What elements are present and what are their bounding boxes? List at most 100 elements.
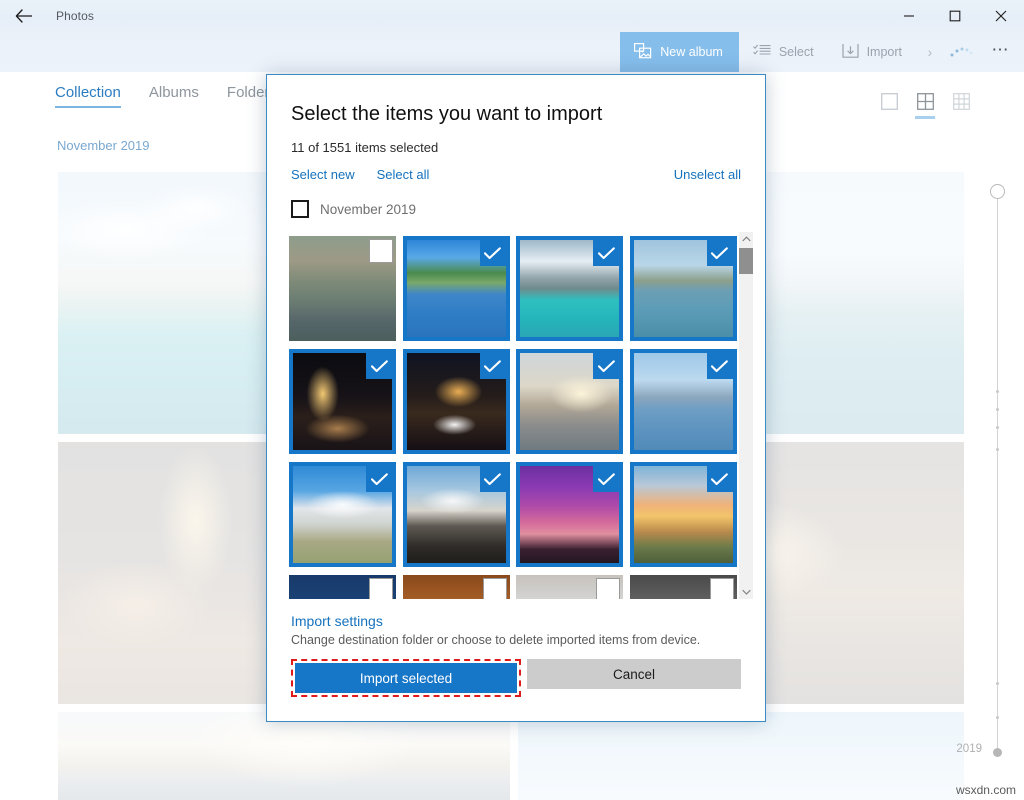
- timeline-tick: [996, 448, 999, 451]
- checkbox-checked-icon[interactable]: [480, 466, 506, 492]
- chevron-right-icon[interactable]: ›: [916, 32, 944, 72]
- select-button[interactable]: Select: [739, 32, 828, 72]
- checkbox-checked-icon[interactable]: [366, 466, 392, 492]
- select-all-link[interactable]: Select all: [377, 167, 430, 182]
- thumb-town-canal[interactable]: [289, 236, 396, 341]
- checkbox-checked-icon[interactable]: [593, 466, 619, 492]
- thumbnail-cell[interactable]: [403, 458, 517, 571]
- group-header-row[interactable]: November 2019: [291, 200, 765, 218]
- thumbnail-cell[interactable]: [289, 345, 403, 458]
- import-button[interactable]: Import: [828, 32, 916, 72]
- checkbox-checked-icon[interactable]: [707, 466, 733, 492]
- close-button[interactable]: [978, 0, 1024, 32]
- dialog-scrollbar[interactable]: [739, 232, 753, 599]
- thumb-turquoise-bay[interactable]: [516, 236, 623, 341]
- checkbox-unchecked-icon[interactable]: [369, 239, 393, 263]
- selection-actions: Select new Select all Unselect all: [291, 167, 741, 182]
- medium-grid-view-icon[interactable]: [914, 90, 936, 112]
- timeline-tick: [996, 716, 999, 719]
- unselect-all-link[interactable]: Unselect all: [674, 167, 741, 182]
- window-controls: [886, 0, 1024, 32]
- scroll-up-icon[interactable]: [739, 232, 753, 246]
- maximize-button[interactable]: [932, 0, 978, 32]
- thumbnail-cell[interactable]: [630, 571, 744, 599]
- thumbnail-cell[interactable]: [403, 345, 517, 458]
- thumbnail-grid: [289, 232, 755, 599]
- thumb-seine-sunset[interactable]: [516, 349, 623, 454]
- thumbnail-cell[interactable]: [403, 571, 517, 599]
- thumb-deep-sea[interactable]: [289, 575, 396, 599]
- back-button[interactable]: [0, 0, 46, 32]
- thumb-lake-village[interactable]: [403, 236, 510, 341]
- checkbox-unchecked-icon[interactable]: [710, 578, 734, 599]
- sync-progress-dots-icon: [944, 32, 978, 72]
- thumb-paris-hotel-night[interactable]: [289, 349, 396, 454]
- timeline-end-marker: [993, 748, 1002, 757]
- checkbox-checked-icon[interactable]: [480, 240, 506, 266]
- bg-photo-paris-river[interactable]: [58, 712, 510, 800]
- large-view-icon[interactable]: [878, 90, 900, 112]
- timeline-scrollbar[interactable]: 2019: [980, 176, 1016, 776]
- checkbox-unchecked-icon[interactable]: [369, 578, 393, 599]
- thumb-golden-gate-bridge[interactable]: [630, 236, 737, 341]
- back-arrow-icon: [15, 9, 32, 23]
- bg-photo-vegas-night[interactable]: [58, 442, 280, 704]
- scroll-down-icon[interactable]: [739, 585, 753, 599]
- tab-collection[interactable]: Collection: [55, 84, 121, 108]
- cancel-button[interactable]: Cancel: [527, 659, 741, 689]
- thumbnail-grid-container: [267, 232, 765, 599]
- timeline-tick: [996, 408, 999, 411]
- group-label: November 2019: [320, 202, 416, 217]
- select-icon: [753, 44, 771, 61]
- thumbnail-cell[interactable]: [516, 232, 630, 345]
- checkbox-unchecked-icon[interactable]: [483, 578, 507, 599]
- dialog-scrollbar-thumb[interactable]: [739, 248, 753, 274]
- bg-photo-sky[interactable]: [518, 712, 964, 800]
- thumb-eiffel-sunset[interactable]: [630, 462, 737, 567]
- import-settings-link[interactable]: Import settings: [291, 613, 741, 629]
- timeline-tick: [996, 390, 999, 393]
- checkbox-checked-icon[interactable]: [366, 353, 392, 379]
- checkbox-checked-icon[interactable]: [593, 353, 619, 379]
- thumb-cave[interactable]: [403, 575, 510, 599]
- thumbnail-cell[interactable]: [403, 232, 517, 345]
- thumbnail-cell[interactable]: [516, 345, 630, 458]
- checkbox-unchecked-icon[interactable]: [596, 578, 620, 599]
- tab-albums[interactable]: Albums: [149, 84, 199, 108]
- thumbnail-cell[interactable]: [289, 232, 403, 345]
- thumbnail-cell[interactable]: [630, 232, 744, 345]
- checkbox-checked-icon[interactable]: [593, 240, 619, 266]
- select-label: Select: [779, 45, 814, 59]
- thumb-black-white[interactable]: [630, 575, 737, 599]
- timeline-year-label: 2019: [956, 743, 982, 755]
- minimize-button[interactable]: [886, 0, 932, 32]
- thumbnail-cell[interactable]: [516, 571, 630, 599]
- import-icon: [842, 43, 859, 62]
- dialog-title: Select the items you want to import: [291, 103, 765, 126]
- thumbnail-cell[interactable]: [289, 571, 403, 599]
- thumbnail-cell[interactable]: [630, 458, 744, 571]
- thumb-castle-dusk[interactable]: [403, 462, 510, 567]
- thumbnail-cell[interactable]: [516, 458, 630, 571]
- new-album-label: New album: [660, 45, 723, 59]
- small-grid-view-icon[interactable]: [950, 90, 972, 112]
- checkbox-checked-icon[interactable]: [707, 353, 733, 379]
- thumb-eiffel-purple-sky[interactable]: [516, 462, 623, 567]
- bg-photo-coastline[interactable]: [58, 172, 280, 434]
- select-new-link[interactable]: Select new: [291, 167, 355, 182]
- thumb-building[interactable]: [516, 575, 623, 599]
- thumbnail-cell[interactable]: [289, 458, 403, 571]
- thumb-castle-daytime[interactable]: [289, 462, 396, 567]
- thumb-seine-daylight[interactable]: [630, 349, 737, 454]
- checkbox-checked-icon[interactable]: [707, 240, 733, 266]
- more-options-button[interactable]: ⋯: [978, 32, 1024, 72]
- app-title: Photos: [56, 9, 94, 23]
- group-checkbox[interactable]: [291, 200, 309, 218]
- timeline-thumb[interactable]: [990, 184, 1005, 199]
- checkbox-checked-icon[interactable]: [480, 353, 506, 379]
- thumbnail-cell[interactable]: [630, 345, 744, 458]
- import-selected-button[interactable]: Import selected: [295, 663, 517, 693]
- new-album-button[interactable]: New album: [620, 32, 739, 72]
- new-album-icon: [634, 43, 652, 62]
- thumb-vegas-strip-night[interactable]: [403, 349, 510, 454]
